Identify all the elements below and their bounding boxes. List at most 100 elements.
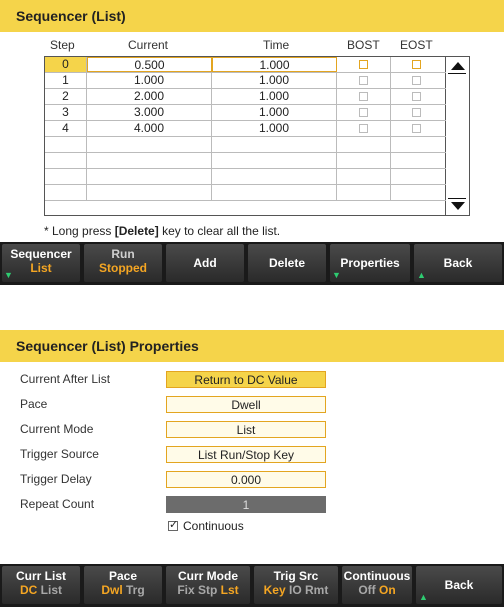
eost-cell[interactable]: [391, 105, 441, 120]
eost-cell[interactable]: [391, 89, 441, 104]
empty-cell: [337, 169, 391, 184]
trigger-source-field[interactable]: List Run/Stop Key: [166, 446, 326, 463]
eost-checkbox[interactable]: [411, 124, 421, 133]
run-softkey[interactable]: Run Stopped: [84, 244, 162, 282]
trigger-delay-field[interactable]: 0.000: [166, 471, 326, 488]
softkey-label: Delete: [268, 256, 306, 270]
bost-cell[interactable]: [337, 105, 391, 120]
empty-row: [45, 153, 447, 169]
current-cell[interactable]: 0.500: [87, 57, 212, 72]
option-active: On: [379, 583, 396, 597]
softkey-label: Pace: [108, 569, 138, 583]
bost-cell[interactable]: [337, 73, 391, 88]
scrollbar[interactable]: [446, 56, 470, 216]
softkey-value: List: [30, 261, 52, 275]
scroll-down-arrow-icon[interactable]: [451, 202, 465, 210]
table-row[interactable]: 4 4.000 1.000: [45, 121, 447, 137]
table-row[interactable]: 0 0.500 1.000: [45, 57, 447, 73]
field-label: Current After List: [20, 372, 111, 386]
page-title: Sequencer (List): [0, 0, 504, 32]
eost-checkbox[interactable]: [411, 60, 421, 69]
back-button[interactable]: Back ▲: [416, 566, 502, 604]
current-cell[interactable]: 1.000: [87, 73, 212, 88]
eost-cell[interactable]: [391, 121, 441, 136]
softkey-options: DC List: [2, 583, 80, 597]
continuous-checkbox[interactable]: Continuous: [168, 518, 244, 533]
properties-button[interactable]: Properties ▼: [330, 244, 410, 282]
sequencer-softkey[interactable]: Sequencer List ▼: [2, 244, 80, 282]
empty-cell: [337, 153, 391, 168]
time-cell[interactable]: 1.000: [212, 121, 337, 136]
softkey-label: Sequencer: [10, 247, 72, 261]
empty-cell: [212, 185, 337, 200]
time-cell[interactable]: 1.000: [212, 89, 337, 104]
empty-cell: [45, 169, 87, 184]
time-cell[interactable]: 1.000: [212, 105, 337, 120]
softkey-label: Back: [444, 578, 474, 592]
delete-button[interactable]: Delete: [248, 244, 326, 282]
bost-cell[interactable]: [337, 57, 391, 72]
current-cell[interactable]: 3.000: [87, 105, 212, 120]
back-button[interactable]: Back ▲: [414, 244, 502, 282]
curr-list-softkey[interactable]: Curr List DC List: [2, 566, 80, 604]
eost-cell[interactable]: [391, 57, 441, 72]
list-table: 0 0.500 1.000 1 1.000 1.000 2 2.000 1.00…: [44, 56, 447, 216]
step-cell: 0: [45, 57, 87, 72]
arrow-down-icon: ▼: [4, 270, 13, 280]
step-cell: 4: [45, 121, 87, 136]
scroll-up-arrow-icon[interactable]: [451, 62, 465, 70]
softkey-options: Key IO Rmt: [254, 583, 338, 597]
eost-checkbox[interactable]: [411, 92, 421, 101]
field-label: Pace: [20, 397, 48, 411]
trig-src-softkey[interactable]: Trig Src Key IO Rmt: [254, 566, 338, 604]
empty-cell: [337, 185, 391, 200]
current-after-list-field[interactable]: Return to DC Value: [166, 371, 326, 388]
bost-checkbox[interactable]: [359, 124, 368, 133]
bost-checkbox[interactable]: [359, 76, 368, 85]
empty-cell: [87, 185, 212, 200]
field-label: Current Mode: [20, 422, 94, 436]
bost-cell[interactable]: [337, 121, 391, 136]
curr-mode-softkey[interactable]: Curr Mode Fix Stp Lst: [166, 566, 250, 604]
option-inactive: IO Rmt: [289, 583, 329, 597]
note-suffix: key to clear all the list.: [158, 224, 281, 238]
softkey-label: Curr List: [15, 569, 66, 583]
pace-field[interactable]: Dwell: [166, 396, 326, 413]
bost-checkbox[interactable]: [359, 92, 368, 101]
time-cell[interactable]: 1.000: [212, 57, 337, 72]
step-cell: 3: [45, 105, 87, 120]
empty-row: [45, 185, 447, 201]
continuous-softkey[interactable]: Continuous Off On: [342, 566, 412, 604]
current-mode-field[interactable]: List: [166, 421, 326, 438]
current-cell[interactable]: 2.000: [87, 89, 212, 104]
eost-checkbox[interactable]: [411, 108, 421, 117]
empty-cell: [45, 137, 87, 152]
option-inactive: Trg: [126, 583, 145, 597]
note-key: [Delete]: [114, 224, 159, 238]
table-row[interactable]: 3 3.000 1.000: [45, 105, 447, 121]
add-button[interactable]: Add: [166, 244, 244, 282]
option-active: Lst: [220, 583, 239, 597]
bost-cell[interactable]: [337, 89, 391, 104]
bost-checkbox[interactable]: [359, 108, 368, 117]
checkbox-check-icon[interactable]: [168, 518, 178, 531]
column-header-current: Current: [128, 38, 169, 52]
eost-checkbox[interactable]: [411, 76, 421, 85]
time-cell[interactable]: 1.000: [212, 73, 337, 88]
bost-checkbox[interactable]: [359, 60, 368, 69]
softkey-label: Continuous: [343, 569, 411, 583]
page-title: Sequencer (List) Properties: [0, 330, 504, 362]
current-cell[interactable]: 4.000: [87, 121, 212, 136]
scroll-divider: [448, 198, 466, 199]
column-header-eost: EOST: [400, 38, 433, 52]
softkey-bar: Sequencer List ▼ Run Stopped Add Delete …: [0, 242, 504, 285]
softkey-options: Dwl Trg: [84, 583, 162, 597]
arrow-up-icon: ▲: [419, 592, 428, 602]
arrow-down-icon: ▼: [332, 270, 341, 280]
field-label: Repeat Count: [20, 497, 95, 511]
eost-cell[interactable]: [391, 73, 441, 88]
table-row[interactable]: 1 1.000 1.000: [45, 73, 447, 89]
pace-softkey[interactable]: Pace Dwl Trg: [84, 566, 162, 604]
table-row[interactable]: 2 2.000 1.000: [45, 89, 447, 105]
softkey-label: Curr Mode: [178, 569, 238, 583]
